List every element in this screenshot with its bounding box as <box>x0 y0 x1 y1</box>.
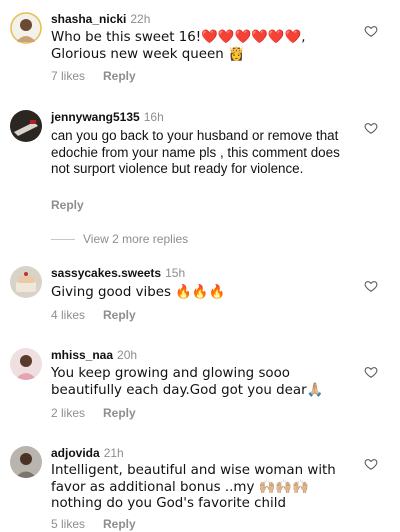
heart-outline-icon[interactable] <box>364 279 378 293</box>
reply-button[interactable]: Reply <box>103 308 136 322</box>
timestamp: 22h <box>130 12 151 26</box>
comment-text: Intelligent, beautiful and wise woman wi… <box>51 463 336 512</box>
comment-text: can you go back to your husband or remov… <box>51 128 340 177</box>
like-count[interactable]: 7 likes <box>51 69 85 83</box>
avatar[interactable] <box>10 266 42 298</box>
reply-button[interactable]: Reply <box>103 406 136 420</box>
comment-header: mhiss_naa 20h <box>51 348 137 362</box>
comment-text: Who be this sweet 16!❤️❤️❤️❤️❤️❤️, Glori… <box>51 30 306 62</box>
avatar[interactable] <box>10 12 42 44</box>
avatar[interactable] <box>10 348 42 380</box>
username[interactable]: shasha_nicki <box>51 12 126 26</box>
avatar[interactable] <box>10 446 42 478</box>
heart-outline-icon[interactable] <box>364 457 378 471</box>
comment-header: jennywang5135 16h <box>51 110 164 124</box>
comment-meta: 5 likes Reply <box>51 517 136 531</box>
view-replies-button[interactable]: View 2 more replies <box>51 232 188 246</box>
like-count[interactable]: 4 likes <box>51 308 85 322</box>
username[interactable]: mhiss_naa <box>51 348 113 362</box>
comment-header: adjovida 21h <box>51 446 124 460</box>
avatar[interactable] <box>10 110 42 142</box>
username[interactable]: adjovida <box>51 446 100 460</box>
comment-text: You keep growing and glowing sooo beauti… <box>51 366 324 398</box>
heart-outline-icon[interactable] <box>364 121 378 135</box>
comment-meta: 2 likes Reply <box>51 406 136 420</box>
comment-header: shasha_nicki 22h <box>51 12 150 26</box>
reply-button[interactable]: Reply <box>51 198 84 212</box>
timestamp: 16h <box>143 110 164 124</box>
timestamp: 20h <box>117 348 138 362</box>
comment-meta: 4 likes Reply <box>51 308 136 322</box>
username[interactable]: jennywang5135 <box>51 110 140 124</box>
reply-button[interactable]: Reply <box>103 517 136 531</box>
timestamp: 21h <box>103 446 124 460</box>
reply-button[interactable]: Reply <box>103 69 136 83</box>
comment-text: Giving good vibes 🔥🔥🔥 <box>51 285 226 300</box>
comment-meta: Reply <box>51 198 84 212</box>
like-count[interactable]: 5 likes <box>51 517 85 531</box>
username[interactable]: sassycakes.sweets <box>51 266 161 280</box>
heart-outline-icon[interactable] <box>364 24 378 38</box>
view-replies-label: View 2 more replies <box>83 232 189 246</box>
divider-line <box>51 238 75 240</box>
comment-header: sassycakes.sweets 15h <box>51 266 185 280</box>
comment-meta: 7 likes Reply <box>51 69 136 83</box>
timestamp: 15h <box>165 266 186 280</box>
like-count[interactable]: 2 likes <box>51 406 85 420</box>
heart-outline-icon[interactable] <box>364 365 378 379</box>
